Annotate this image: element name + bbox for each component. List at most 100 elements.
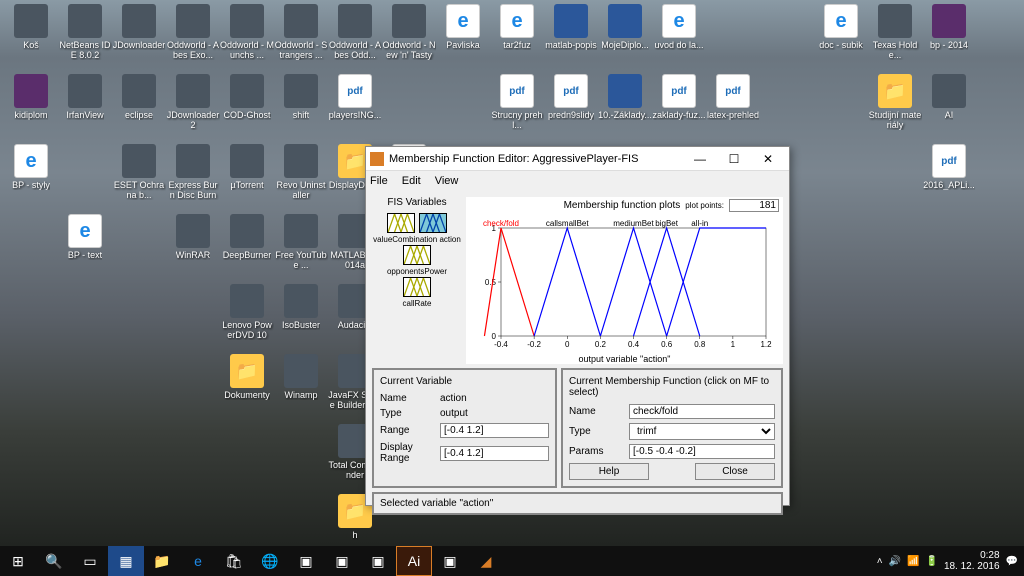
menu-view[interactable]: View bbox=[435, 175, 459, 187]
help-button[interactable]: Help bbox=[569, 463, 649, 480]
desktop-icon[interactable]: Lenovo PowerDVD 10 bbox=[220, 284, 274, 352]
desktop-icon[interactable]: latex-prehled bbox=[706, 74, 760, 142]
mf-type-select[interactable]: trimf bbox=[629, 423, 775, 440]
desktop-icon[interactable]: uvod do la... bbox=[652, 4, 706, 72]
tray-network-icon[interactable]: 📶 bbox=[907, 556, 919, 567]
desktop-icon[interactable]: Dokumenty bbox=[220, 354, 274, 422]
desktop-icon[interactable]: 10.-Základy... bbox=[598, 74, 652, 142]
desktop-icon[interactable]: Revo Uninstaller bbox=[274, 144, 328, 212]
fis-var-opponents[interactable] bbox=[403, 245, 431, 265]
taskbar-app2[interactable]: ▣ bbox=[360, 546, 396, 576]
membership-chart[interactable]: -0.4-0.200.20.40.60.811.200.51check/fold… bbox=[466, 214, 776, 354]
desktop-icon[interactable]: µTorrent bbox=[220, 144, 274, 212]
taskbar-app3[interactable]: ▣ bbox=[432, 546, 468, 576]
taskbar: ⊞ 🔍 ▭ ▦ 📁 e 🛍 🌐 ▣ ▣ ▣ Ai ▣ ◢ ˄ 🔊 📶 🔋 0:2… bbox=[0, 546, 1024, 576]
desktop-icon[interactable]: Texas Holde... bbox=[868, 4, 922, 72]
taskbar-chrome[interactable]: 🌐 bbox=[252, 546, 288, 576]
fis-output-var-selected[interactable] bbox=[419, 213, 447, 233]
desktop-icon[interactable]: Oddworld - New 'n' Tasty bbox=[382, 4, 436, 72]
icon-label: Pavliska bbox=[446, 40, 480, 50]
tray-volume-icon[interactable]: 🔊 bbox=[889, 556, 901, 567]
desktop-icon[interactable]: JDownloader 2 bbox=[166, 74, 220, 142]
maximize-button[interactable]: ☐ bbox=[717, 148, 751, 170]
desktop-icon[interactable]: tar2fuz bbox=[490, 4, 544, 72]
taskbar-ai[interactable]: Ai bbox=[396, 546, 432, 576]
desktop-icon[interactable]: IsoBuster bbox=[274, 284, 328, 352]
close-button[interactable]: ✕ bbox=[751, 148, 785, 170]
desktop-icon[interactable]: Oddworld - Munchs ... bbox=[220, 4, 274, 72]
icon-label: doc - subik bbox=[819, 40, 863, 50]
desktop-icon[interactable]: Oddworld - Abes Odd... bbox=[328, 4, 382, 72]
taskbar-edge[interactable]: e bbox=[180, 546, 216, 576]
display-range-input[interactable] bbox=[440, 446, 549, 461]
desktop-icon[interactable]: NetBeans IDE 8.0.2 bbox=[58, 4, 112, 72]
icon-label: eclipse bbox=[125, 110, 153, 120]
mf-name-input[interactable] bbox=[629, 404, 775, 419]
start-button[interactable]: ⊞ bbox=[0, 546, 36, 576]
taskbar-store[interactable]: 🛍 bbox=[216, 546, 252, 576]
mf-params-input[interactable] bbox=[629, 444, 775, 459]
taskbar-app1[interactable]: ▣ bbox=[324, 546, 360, 576]
plot-points-input[interactable] bbox=[729, 199, 779, 212]
icon-label: Texas Holde... bbox=[868, 40, 922, 60]
desktop-icon[interactable]: IrfanView bbox=[58, 74, 112, 142]
menu-edit[interactable]: Edit bbox=[402, 175, 421, 187]
desktop-icon[interactable]: Oddworld - Strangers ... bbox=[274, 4, 328, 72]
taskbar-netbeans[interactable]: ▣ bbox=[288, 546, 324, 576]
desktop-icon[interactable]: Free YouTube ... bbox=[274, 214, 328, 282]
svg-text:check/fold: check/fold bbox=[483, 219, 519, 228]
desktop-icon[interactable]: playersING... bbox=[328, 74, 382, 142]
icon-label: AI bbox=[945, 110, 954, 120]
desktop-icon[interactable]: Express Burn Disc Burni... bbox=[166, 144, 220, 212]
fis-input-var[interactable] bbox=[387, 213, 415, 233]
desktop-icon[interactable]: WinRAR bbox=[166, 214, 220, 282]
desktop-icon[interactable]: Studijní materiály bbox=[868, 74, 922, 142]
desktop-icon[interactable]: DeepBurner bbox=[220, 214, 274, 282]
desktop-icon[interactable]: zaklady-fuz... bbox=[652, 74, 706, 142]
icon-label: Oddworld - Abes Odd... bbox=[328, 40, 382, 60]
tray-notifications-icon[interactable]: 💬 bbox=[1006, 556, 1018, 567]
menu-file[interactable]: File bbox=[370, 175, 388, 187]
desktop-icon[interactable]: Pavliska bbox=[436, 4, 490, 72]
desktop-icon[interactable]: COD-Ghost bbox=[220, 74, 274, 142]
app-icon bbox=[878, 74, 912, 108]
desktop-icon[interactable]: Koš bbox=[4, 4, 58, 72]
titlebar[interactable]: Membership Function Editor: AggressivePl… bbox=[366, 147, 789, 171]
desktop-icon[interactable]: Strucny prehl... bbox=[490, 74, 544, 142]
close-panel-button[interactable]: Close bbox=[695, 463, 775, 480]
tray-up-icon[interactable]: ˄ bbox=[877, 556, 883, 567]
tray-battery-icon[interactable]: 🔋 bbox=[925, 556, 937, 567]
desktop-icon[interactable]: shift bbox=[274, 74, 328, 142]
desktop-icon[interactable]: MojeDiplo... bbox=[598, 4, 652, 72]
app-icon bbox=[284, 214, 318, 248]
icon-label: COD-Ghost bbox=[223, 110, 270, 120]
desktop-icon[interactable]: kidiplom bbox=[4, 74, 58, 142]
minimize-button[interactable]: ― bbox=[683, 148, 717, 170]
icon-label: predn9slidy bbox=[548, 110, 594, 120]
taskbar-explorer[interactable]: 📁 bbox=[144, 546, 180, 576]
desktop-icon[interactable]: BP - styly bbox=[4, 144, 58, 212]
desktop-icon[interactable]: Winamp bbox=[274, 354, 328, 422]
taskbar-tc[interactable]: ▦ bbox=[108, 546, 144, 576]
desktop-icon[interactable]: ESET Ochrana b... bbox=[112, 144, 166, 212]
desktop-icon[interactable]: JDownloader bbox=[112, 4, 166, 72]
desktop-icon[interactable]: Oddworld - Abes Exo... bbox=[166, 4, 220, 72]
range-input[interactable] bbox=[440, 423, 549, 438]
taskbar-matlab[interactable]: ◢ bbox=[468, 546, 504, 576]
desktop-icon[interactable]: 2016_APLi... bbox=[922, 144, 976, 212]
clock[interactable]: 0:28 18. 12. 2016 bbox=[944, 550, 1000, 572]
desktop-icon[interactable]: matlab-popis bbox=[544, 4, 598, 72]
app-icon bbox=[554, 74, 588, 108]
icon-label: JDownloader bbox=[113, 40, 166, 50]
desktop-icon[interactable]: BP - text bbox=[58, 214, 112, 282]
search-icon[interactable]: 🔍 bbox=[36, 546, 72, 576]
task-view-icon[interactable]: ▭ bbox=[72, 546, 108, 576]
app-icon bbox=[122, 4, 156, 38]
fis-var-callrate[interactable] bbox=[403, 277, 431, 297]
desktop-icon[interactable]: eclipse bbox=[112, 74, 166, 142]
desktop-icon[interactable]: AI bbox=[922, 74, 976, 142]
desktop-icon[interactable]: doc - subik bbox=[814, 4, 868, 72]
desktop-icon[interactable]: predn9slidy bbox=[544, 74, 598, 142]
desktop-icon[interactable]: bp - 2014 bbox=[922, 4, 976, 72]
app-icon bbox=[230, 144, 264, 178]
